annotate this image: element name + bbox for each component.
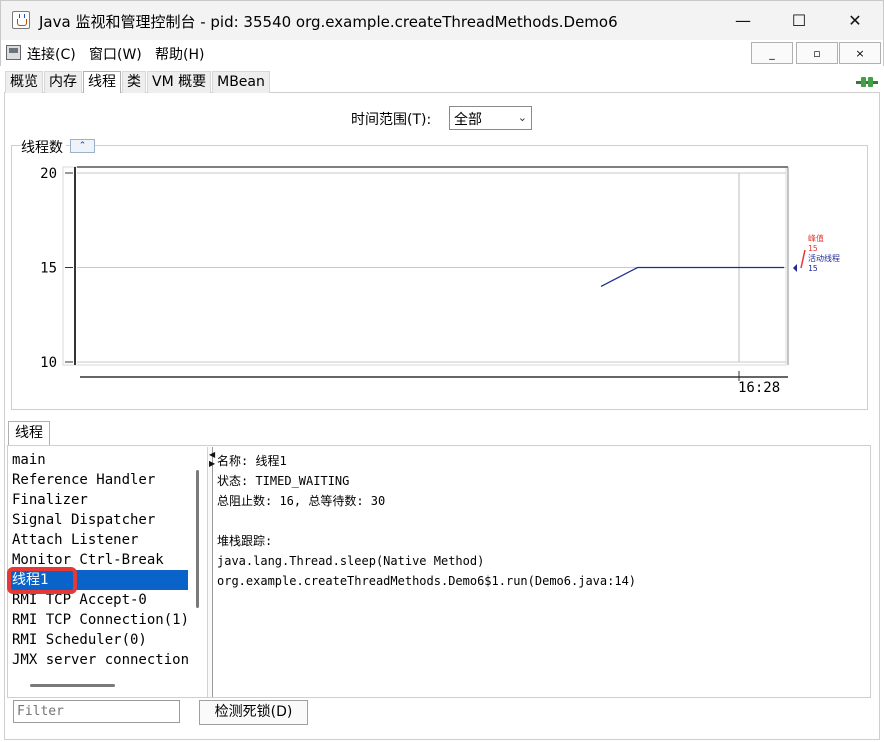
thread-list-item[interactable]: Finalizer [8,490,188,510]
tab-overview[interactable]: 概览 [5,71,43,93]
internal-restore-button[interactable]: ▫ [796,42,838,64]
x-tick-label: 16:28 [738,380,780,396]
detect-deadlock-button[interactable]: 检测死锁(D) [199,700,308,725]
expand-right-icon[interactable]: ▶ [209,459,215,468]
thread-list-item[interactable]: Reference Handler [8,470,188,490]
internal-close-button[interactable]: × [839,42,881,64]
main-tabs: 概览 内存 线程 类 VM 概要 MBean [5,71,271,93]
close-button[interactable]: ✕ [827,1,883,39]
internal-minimize-button[interactable]: _ [751,42,793,64]
y-tick-label: 15 [40,261,57,277]
thread-list-horizontal-scrollbar[interactable] [30,684,115,687]
thread-list-item[interactable]: RMI Scheduler(0) [8,630,188,650]
time-range-label: 时间范围(T): [351,112,432,128]
legend-peak-value: 15 [808,244,818,253]
legend-live-marker [793,264,797,272]
plot-area [62,166,787,366]
thread-detail: 名称: 线程1 状态: TIMED_WAITING 总阻止数: 16, 总等待数: … [217,451,636,591]
threads-subtab[interactable]: 线程 [8,421,50,445]
thread-blocked-line: 总阻止数: 16, 总等待数: 30 [217,494,386,508]
y-tick-label: 10 [40,355,57,371]
thread-list-item[interactable]: Attach Listener [8,530,188,550]
tab-mbean[interactable]: MBean [212,71,270,93]
annotation-highlight [7,567,77,594]
connection-icon [6,45,21,60]
menu-connect[interactable]: 连接(C) [27,44,76,64]
legend-peak-marker [800,249,806,269]
thread-list-vertical-scrollbar[interactable] [196,470,199,608]
y-tick-label: 20 [40,166,57,182]
time-range-select[interactable]: 全部 ⌄ [449,106,532,130]
thread-list[interactable]: main Reference Handler Finalizer Signal … [8,450,188,676]
maximize-button[interactable]: ☐ [771,1,827,39]
menu-help[interactable]: 帮助(H) [155,44,204,64]
thread-list-item[interactable]: main [8,450,188,470]
java-cup-icon [12,11,30,29]
minimize-button[interactable]: — [715,1,771,39]
legend-live-label: 活动线程 [808,253,840,263]
thread-list-item[interactable]: JMX server connection [8,650,188,670]
tab-vm-summary[interactable]: VM 概要 [147,71,212,93]
split-pane-divider[interactable] [207,447,213,697]
tab-memory[interactable]: 内存 [44,71,82,93]
thread-count-chart: 16:28 20 15 10 峰值 15 活动线程 15 [40,166,840,396]
legend-live-value: 15 [808,264,818,273]
thread-list-item[interactable]: RMI TCP Connection(1)- [8,610,188,630]
legend-peak-label: 峰值 [808,233,824,243]
collapse-chart-button[interactable]: ⌃ [70,139,95,153]
plug-connected-icon [856,77,878,87]
stack-frame: org.example.createThreadMethods.Demo6$1.… [217,574,637,588]
thread-filter-input[interactable] [13,700,180,723]
stack-trace-header: 堆栈跟踪: [217,534,273,548]
title-bar: Java 监视和管理控制台 - pid: 35540 org.example.c… [0,0,884,40]
menu-bar: 连接(C) 窗口(W) 帮助(H) _ ▫ × [0,40,884,66]
window-title: Java 监视和管理控制台 - pid: 35540 org.example.c… [39,13,618,31]
thread-name-line: 名称: 线程1 [217,454,287,468]
stack-frame: java.lang.Thread.sleep(Native Method) [217,554,485,568]
tab-threads[interactable]: 线程 [83,71,121,93]
collapse-left-icon[interactable]: ◀ [209,450,215,459]
menu-window[interactable]: 窗口(W) [89,44,142,64]
thread-list-item[interactable]: Signal Dispatcher [8,510,188,530]
thread-state-line: 状态: TIMED_WAITING [217,474,350,488]
tab-classes[interactable]: 类 [122,71,146,93]
chart-title: 线程数 [21,137,66,157]
chevron-down-icon: ⌄ [517,111,527,124]
time-range-value: 全部 [454,112,482,128]
